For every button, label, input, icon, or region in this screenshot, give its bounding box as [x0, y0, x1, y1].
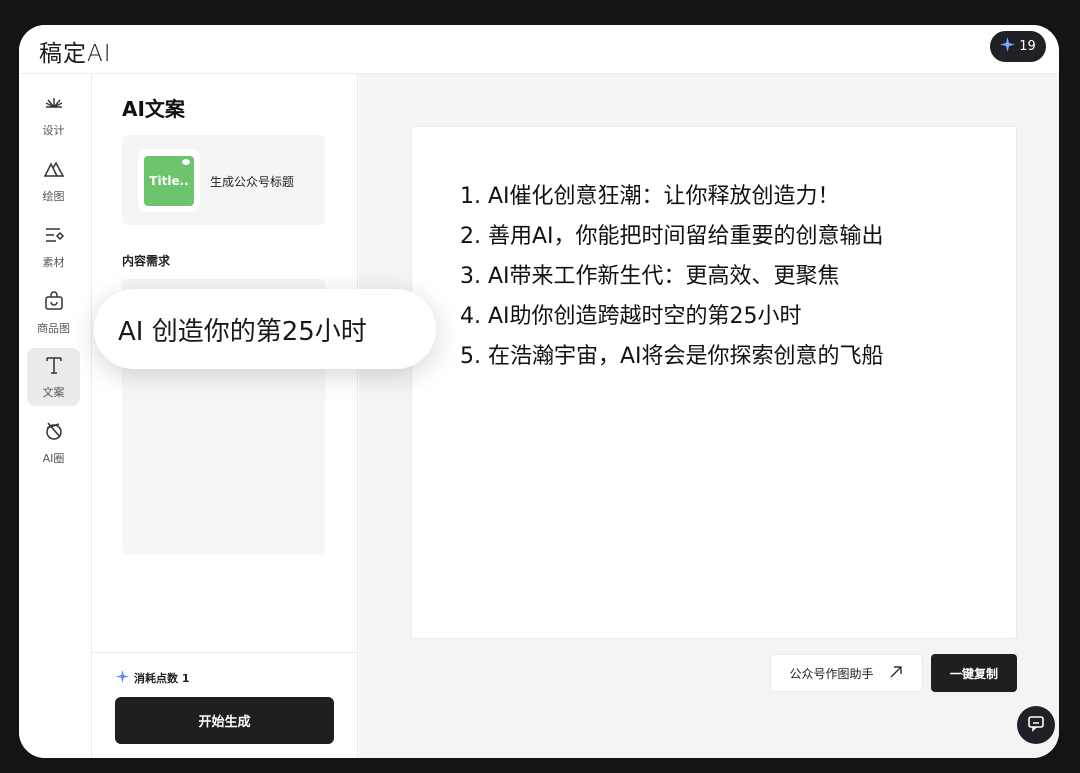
- nav-label: AI圈: [42, 452, 65, 465]
- nav-item-ai-circle[interactable]: AI圈: [27, 414, 80, 472]
- nav-item-product-image[interactable]: 商品图: [27, 284, 80, 342]
- wechat-image-helper-button[interactable]: 公众号作图助手: [770, 654, 923, 692]
- chat-button[interactable]: [1017, 706, 1055, 744]
- tool-panel: AI文案 Title.. 生成公众号标题 内容需求 消耗点数 1 开始生成: [92, 74, 358, 758]
- panel-footer: 消耗点数 1 开始生成: [92, 652, 357, 758]
- nav-item-drawing[interactable]: 绘图: [27, 152, 80, 210]
- action-bar: 公众号作图助手 一键复制: [770, 654, 1017, 692]
- highlight-pill: AI 创造你的第25小时: [94, 289, 436, 369]
- result-item[interactable]: 5. 在浩瀚宇宙，AI将会是你探索创意的飞船: [460, 337, 884, 377]
- side-nav: 设计 绘图 素材 商品图 文案 AI圈: [19, 74, 92, 758]
- cost-indicator: 消耗点数 1: [116, 670, 189, 686]
- template-thumb-text: Title..: [144, 155, 194, 206]
- template-thumbnail: Title..: [138, 149, 200, 212]
- content-requirement-label: 内容需求: [122, 254, 171, 268]
- helper-label: 公众号作图助手: [789, 666, 874, 681]
- assets-icon: [43, 224, 65, 250]
- drawing-icon: [43, 158, 65, 184]
- nav-item-text[interactable]: 文案: [27, 348, 80, 406]
- start-generate-button[interactable]: 开始生成: [115, 697, 334, 744]
- nav-label: 商品图: [37, 322, 70, 335]
- credits-count: 19: [1019, 39, 1036, 54]
- app-window: 稿定AI 19 设计 绘图 素材 商品图 文案 AI圈 AI文案 Title..…: [19, 25, 1059, 758]
- panel-title: AI文案: [122, 97, 185, 121]
- cost-label: 消耗点数 1: [134, 672, 190, 685]
- nav-label: 文案: [42, 386, 65, 399]
- nav-label: 绘图: [42, 190, 65, 203]
- result-item[interactable]: 3. AI带来工作新生代：更高效、更聚焦: [460, 257, 884, 297]
- nav-item-design[interactable]: 设计: [27, 86, 80, 144]
- result-card: 1. AI催化创意狂潮：让你释放创造力！ 2. 善用AI，你能把时间留给重要的创…: [411, 126, 1017, 639]
- product-image-icon: [43, 290, 65, 316]
- arrow-up-right-icon: [888, 664, 904, 683]
- result-item[interactable]: 2. 善用AI，你能把时间留给重要的创意输出: [460, 217, 884, 257]
- nav-label: 设计: [42, 124, 65, 137]
- top-bar: 稿定AI 19: [19, 25, 1059, 74]
- result-list: 1. AI催化创意狂潮：让你释放创造力！ 2. 善用AI，你能把时间留给重要的创…: [460, 177, 884, 377]
- sparkle-icon: [116, 670, 129, 686]
- credits-badge[interactable]: 19: [990, 31, 1046, 62]
- app-logo[interactable]: 稿定AI: [39, 34, 112, 68]
- text-icon: [43, 354, 65, 380]
- sparkle-icon: [1000, 37, 1016, 56]
- chat-icon: [1027, 714, 1045, 736]
- template-card[interactable]: Title.. 生成公众号标题: [122, 135, 325, 225]
- workspace: 1. AI催化创意狂潮：让你释放创造力！ 2. 善用AI，你能把时间留给重要的创…: [359, 74, 1059, 758]
- nav-label: 素材: [42, 256, 65, 269]
- nav-item-assets[interactable]: 素材: [27, 218, 80, 276]
- result-item[interactable]: 4. AI助你创造跨越时空的第25小时: [460, 297, 884, 337]
- copy-all-button[interactable]: 一键复制: [931, 654, 1017, 692]
- design-icon: [43, 92, 65, 118]
- result-item[interactable]: 1. AI催化创意狂潮：让你释放创造力！: [460, 177, 884, 217]
- template-label: 生成公众号标题: [210, 175, 295, 189]
- ai-circle-icon: [43, 420, 65, 446]
